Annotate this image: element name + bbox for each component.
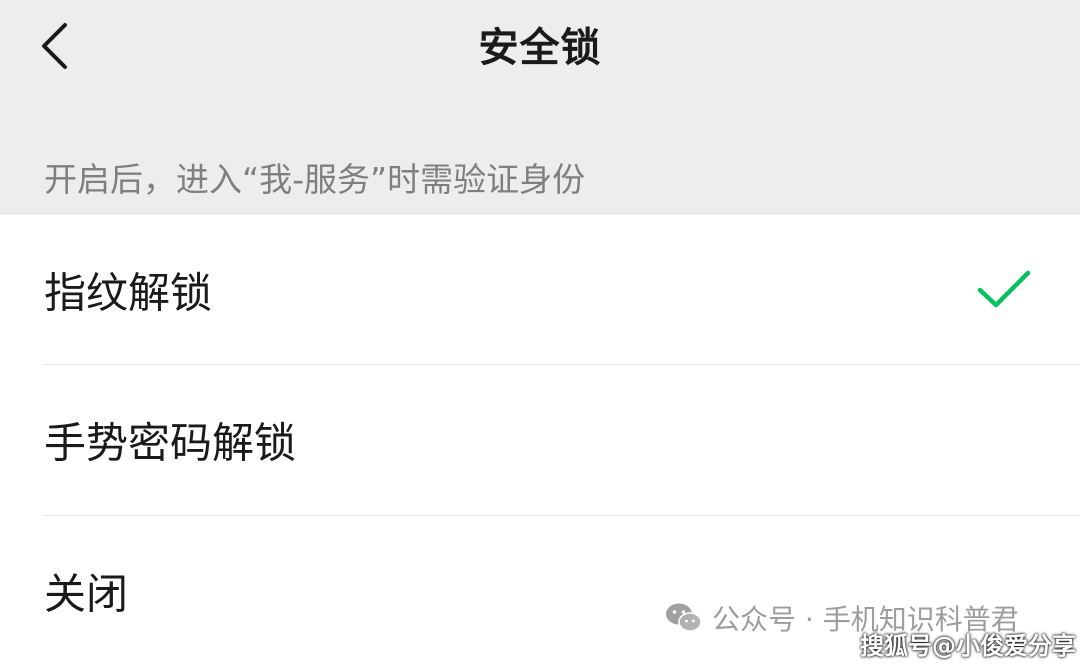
hint-text: 开启后，进入“我-服务”时需验证身份 [44,160,586,199]
page-title: 安全锁 [478,25,602,71]
source-stamp: 搜狐号@小俊爱分享 [860,632,1076,660]
nav-bar: 安全锁 [0,0,1080,96]
options-list: 指纹解锁 手势密码解锁 关闭 [0,215,1080,664]
option-label: 手势密码解锁 [44,418,297,468]
option-label: 指纹解锁 [44,268,213,318]
option-gesture-password-unlock[interactable]: 手势密码解锁 [0,365,1080,515]
option-fingerprint-unlock[interactable]: 指纹解锁 [0,215,1080,365]
wechat-icon [666,603,702,632]
chevron-left-icon [42,23,67,69]
back-button[interactable] [24,14,84,78]
option-label: 关闭 [44,569,129,619]
checkmark-icon [977,270,1031,308]
